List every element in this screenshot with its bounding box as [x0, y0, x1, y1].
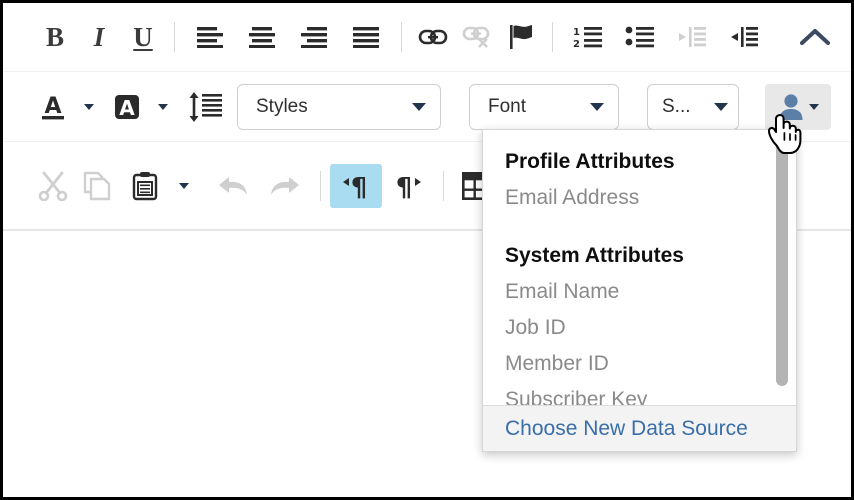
- insert-link-button[interactable]: [411, 15, 455, 59]
- attribute-dropdown-panel: Profile Attributes Email Address System …: [482, 129, 797, 452]
- redo-button[interactable]: [259, 164, 311, 208]
- bulleted-list-button[interactable]: [614, 15, 666, 59]
- svg-text:A: A: [119, 96, 135, 120]
- svg-text:¶: ¶: [396, 173, 413, 200]
- person-icon: [778, 93, 804, 121]
- redo-arrow-icon: [269, 174, 301, 198]
- rtl-direction-button[interactable]: ¶: [382, 164, 434, 208]
- undo-button[interactable]: [207, 164, 259, 208]
- chevron-down-icon: [808, 103, 819, 110]
- paste-button[interactable]: [119, 164, 171, 208]
- numbered-list-icon: 1 2: [573, 26, 603, 48]
- italic-icon: I: [93, 21, 105, 52]
- choose-new-data-source-label: Choose New Data Source: [505, 416, 748, 440]
- underline-icon: U: [133, 21, 153, 52]
- font-size-select-value: S...: [662, 95, 691, 117]
- font-select-value: Font: [488, 95, 527, 117]
- dropdown-scrollbar[interactable]: [776, 134, 788, 401]
- bold-icon: B: [45, 21, 64, 52]
- underline-button[interactable]: U: [121, 15, 165, 59]
- chevron-up-icon: [799, 27, 831, 47]
- cut-button[interactable]: [31, 164, 75, 208]
- scissors-icon: [38, 171, 68, 201]
- font-size-select[interactable]: S...: [647, 83, 739, 130]
- chevron-down-icon: [412, 102, 426, 111]
- indent-icon: [729, 26, 759, 48]
- attribute-item-member-id[interactable]: Member ID: [505, 346, 796, 382]
- system-attributes-header: System Attributes: [505, 244, 684, 267]
- link-icon: [418, 26, 448, 48]
- align-right-icon: [300, 26, 328, 48]
- choose-new-data-source-link[interactable]: Choose New Data Source: [483, 405, 796, 451]
- svg-text:¶: ¶: [351, 173, 368, 200]
- styles-select-value: Styles: [256, 95, 308, 117]
- align-right-button[interactable]: [288, 15, 340, 59]
- unlink-icon: [462, 25, 492, 49]
- editor-window: B I U 1 2 A A Styles Font S... ¶ ¶ Profi…: [0, 0, 854, 500]
- undo-arrow-icon: [217, 174, 249, 198]
- attribute-item-job-id[interactable]: Job ID: [505, 310, 796, 346]
- paragraph-rtl-icon: ¶: [393, 172, 423, 200]
- background-color-icon: A: [112, 92, 142, 122]
- toolbar-divider: [443, 170, 444, 201]
- paragraph-ltr-icon: ¶: [341, 172, 371, 200]
- align-left-icon: [196, 26, 224, 48]
- personalization-button[interactable]: [765, 83, 831, 130]
- chevron-down-icon: [590, 102, 604, 111]
- chevron-down-icon: [178, 182, 189, 189]
- ltr-direction-button[interactable]: ¶: [330, 163, 382, 208]
- profile-attributes-header: Profile Attributes: [505, 150, 675, 173]
- paste-dropdown-arrow[interactable]: [171, 164, 191, 208]
- attribute-item-email-name[interactable]: Email Name: [505, 274, 796, 310]
- chevron-down-icon: [714, 102, 728, 111]
- svg-text:1: 1: [573, 27, 580, 38]
- toolbar-divider: [401, 22, 402, 52]
- align-justify-icon: [352, 26, 380, 48]
- chevron-down-icon: [157, 103, 168, 110]
- align-justify-button[interactable]: [340, 15, 392, 59]
- align-center-button[interactable]: [236, 15, 288, 59]
- numbered-list-button[interactable]: 1 2: [562, 15, 614, 59]
- line-spacing-button[interactable]: [179, 85, 231, 129]
- formatting-toolbar-row: B I U 1 2: [3, 3, 851, 71]
- text-color-icon: A: [40, 92, 66, 122]
- attribute-item-subscriber-key[interactable]: Subscriber Key: [505, 382, 796, 405]
- svg-text:2: 2: [573, 39, 580, 48]
- attribute-list[interactable]: Profile Attributes Email Address System …: [483, 130, 796, 405]
- text-color-dropdown-arrow[interactable]: [75, 85, 97, 129]
- text-color-button[interactable]: A: [31, 85, 75, 129]
- flag-icon: [508, 24, 534, 50]
- toolbar-divider: [320, 170, 321, 201]
- decrease-indent-button[interactable]: [666, 15, 718, 59]
- italic-button[interactable]: I: [77, 15, 121, 59]
- increase-indent-button[interactable]: [718, 15, 770, 59]
- attribute-item-email-address[interactable]: Email Address: [505, 180, 796, 216]
- align-left-button[interactable]: [184, 15, 236, 59]
- clipboard-icon: [132, 171, 158, 201]
- background-color-dropdown-arrow[interactable]: [149, 85, 171, 129]
- styles-select[interactable]: Styles: [237, 83, 441, 130]
- anchor-button[interactable]: [499, 15, 543, 59]
- remove-link-button[interactable]: [455, 15, 499, 59]
- svg-text:A: A: [44, 94, 61, 119]
- font-select[interactable]: Font: [469, 83, 619, 130]
- outdent-icon: [677, 26, 707, 48]
- align-center-icon: [248, 26, 276, 48]
- toolbar-divider: [174, 22, 175, 52]
- background-color-button[interactable]: A: [105, 85, 149, 129]
- chevron-down-icon: [83, 103, 94, 110]
- line-spacing-icon: [188, 91, 222, 122]
- collapse-toolbar-button[interactable]: [793, 15, 837, 59]
- copy-button[interactable]: [75, 164, 119, 208]
- toolbar-divider: [552, 22, 553, 52]
- bulleted-list-icon: [625, 26, 655, 48]
- dropdown-scrollbar-thumb[interactable]: [776, 136, 788, 386]
- copy-icon: [83, 171, 111, 201]
- bold-button[interactable]: B: [33, 15, 77, 59]
